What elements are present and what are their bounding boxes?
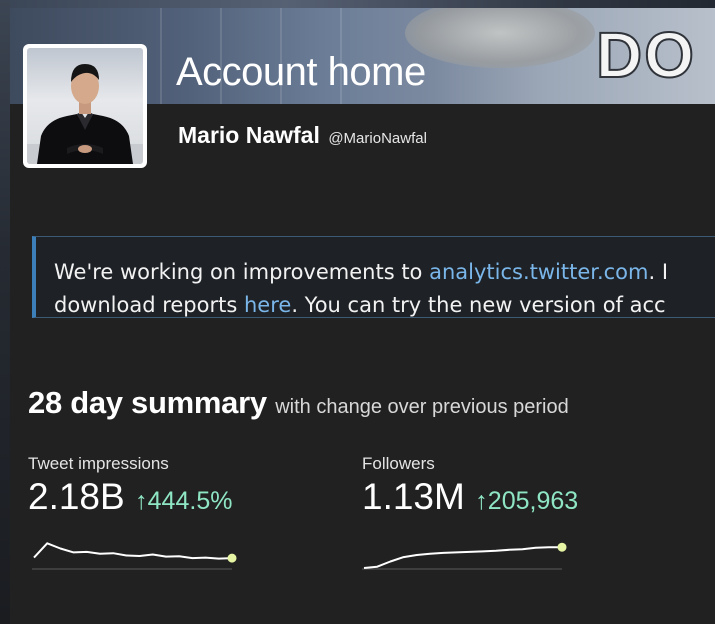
download-reports-link[interactable]: here (244, 293, 291, 317)
account-name: Mario Nawfal (178, 122, 320, 148)
notice-line1-end: . I (648, 260, 669, 284)
notice-text: We're working on improvements to analyti… (54, 256, 715, 322)
sparkline-endpoint (227, 553, 237, 563)
metric-followers[interactable]: Followers 1.13M ↑205,963 (362, 454, 578, 518)
avatar[interactable] (23, 44, 147, 168)
sparkline-line (363, 546, 562, 569)
sparkline-endpoint (557, 542, 567, 552)
notice-line2-text: download reports (54, 293, 244, 317)
metric-change: ↑205,963 (475, 487, 579, 515)
person-portrait-icon (27, 64, 143, 164)
banner-photo-shape (405, 8, 595, 68)
metric-row: 1.13M ↑205,963 (362, 476, 578, 518)
tweet-impressions-sparkline (32, 542, 237, 570)
page-title: Account home (176, 50, 426, 94)
followers-sparkline (362, 542, 567, 570)
metric-value: 1.13M (362, 476, 465, 517)
metric-label: Followers (362, 454, 435, 473)
banner-stripe (160, 8, 162, 104)
metric-change: ↑444.5% (135, 487, 233, 515)
avatar-photo (27, 48, 143, 164)
sparkline-line (33, 542, 233, 560)
analytics-link[interactable]: analytics.twitter.com (429, 260, 648, 284)
notice-banner: We're working on improvements to analyti… (32, 236, 715, 318)
summary-heading: 28 day summary with change over previous… (28, 385, 569, 421)
window-frame-left (0, 0, 10, 624)
metric-label: Tweet impressions (28, 454, 169, 473)
banner-text: DO (595, 18, 696, 92)
metric-value: 2.18B (28, 476, 125, 517)
analytics-page: DO Account home Mario Nawfal @MarioNawfa… (10, 8, 715, 624)
summary-title: 28 day summary (28, 385, 267, 420)
notice-line1-text: We're working on improvements to (54, 260, 430, 284)
metric-tweet-impressions[interactable]: Tweet impressions 2.18B ↑444.5% (28, 454, 232, 518)
account-identity: Mario Nawfal @MarioNawfal (178, 122, 427, 149)
summary-subtitle: with change over previous period (275, 396, 569, 418)
metric-row: 2.18B ↑444.5% (28, 476, 232, 518)
account-handle: @MarioNawfal (328, 130, 427, 147)
notice-line2-end: . You can try the new version of acc (291, 293, 666, 317)
